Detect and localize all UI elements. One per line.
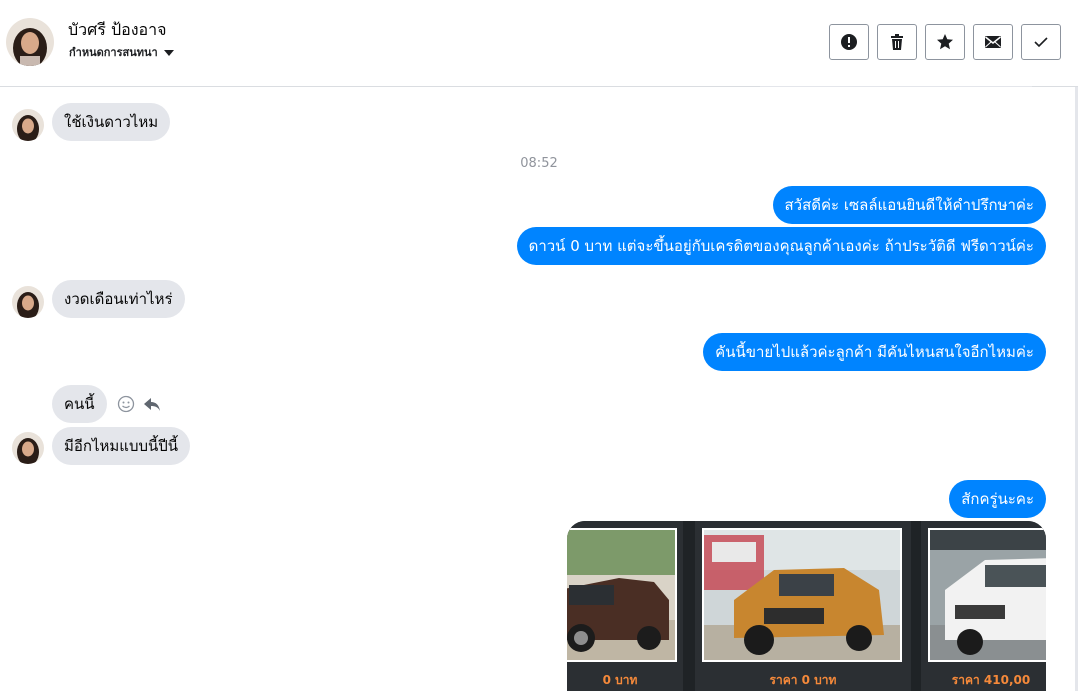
delete-button[interactable]	[877, 24, 917, 60]
contact-avatar-small	[12, 286, 44, 318]
contact-avatar-small	[12, 109, 44, 141]
conversation-status-label: กำหนดการสนทนา	[69, 46, 158, 59]
incoming-message[interactable]: คนนี้	[52, 385, 107, 423]
outgoing-message[interactable]: ดาวน์ 0 บาท แต่จะขึ้นอยู่กับเครดิตของคุณ…	[516, 227, 1046, 265]
car-photo-brown	[567, 528, 677, 662]
emoji-reaction-icon[interactable]	[116, 394, 136, 414]
exclamation-circle-icon	[841, 34, 857, 50]
outgoing-message[interactable]: สักครู่นะคะ	[949, 480, 1046, 518]
card-caption: 0 บาท	[602, 673, 638, 687]
card-caption: ราคา 0 บาท	[769, 673, 837, 687]
report-button[interactable]	[829, 24, 869, 60]
caret-down-icon	[163, 50, 174, 56]
gallery-card[interactable]: ราคา 410,00	[921, 521, 1046, 691]
contact-avatar-small	[12, 432, 44, 464]
mark-unread-button[interactable]	[973, 24, 1013, 60]
star-icon	[937, 34, 953, 50]
car-image-gallery[interactable]: 0 บาท ราคา 0 บาท ราคา 410,00	[567, 521, 1046, 691]
incoming-message[interactable]: มีอีกไหมแบบนี้ปีนี้	[52, 427, 191, 465]
car-photo-white	[928, 528, 1046, 662]
car-photo-orange	[702, 528, 902, 662]
star-button[interactable]	[925, 24, 965, 60]
divider	[760, 86, 1032, 87]
contact-name[interactable]: บัวศรี ป้องอาจ	[68, 18, 167, 43]
contact-avatar[interactable]	[6, 18, 54, 66]
envelope-icon	[985, 36, 1001, 48]
trash-icon	[891, 34, 903, 50]
message-actions	[116, 394, 162, 414]
outgoing-message[interactable]: สวัสดีค่ะ เซลล์แอนยินดีให้คำปรึกษาค่ะ	[772, 186, 1046, 224]
conversation-header: บัวศรี ป้องอาจ กำหนดการสนทนา	[0, 0, 1078, 87]
reply-icon[interactable]	[142, 394, 162, 414]
check-icon	[1034, 37, 1048, 48]
incoming-message[interactable]: ใช้เงินดาวไหม	[52, 103, 171, 141]
card-caption: ราคา 410,00	[951, 673, 1031, 687]
incoming-message[interactable]: งวดเดือนเท่าไหร่	[52, 280, 185, 318]
message-timestamp: 08:52	[520, 156, 558, 171]
gallery-card[interactable]: ราคา 0 บาท	[695, 521, 911, 691]
conversation-status-dropdown[interactable]: กำหนดการสนทนา	[69, 43, 174, 61]
mark-done-button[interactable]	[1021, 24, 1061, 60]
gallery-card[interactable]: 0 บาท	[567, 521, 683, 691]
outgoing-message[interactable]: คันนี้ขายไปแล้วค่ะลูกค้า มีคันไหนสนใจอีก…	[703, 333, 1046, 371]
